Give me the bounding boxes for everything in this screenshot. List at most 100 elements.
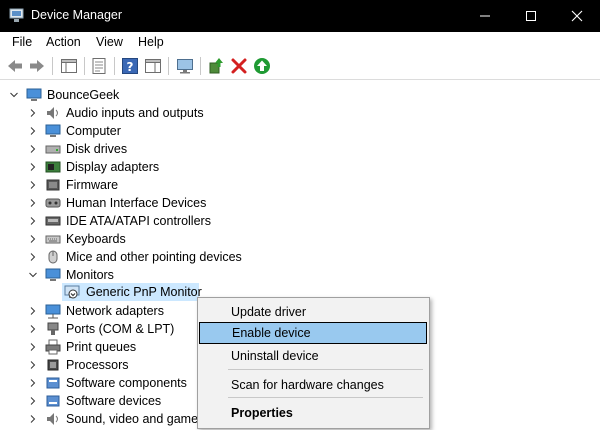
close-icon: [571, 10, 583, 22]
context-separator: [228, 369, 423, 370]
tree-item-disk-drives[interactable]: Disk drives: [0, 140, 600, 158]
minimize-icon: [480, 15, 490, 17]
tree-item-label: Ports (COM & LPT): [66, 322, 175, 336]
back-arrow-icon[interactable]: [6, 57, 24, 75]
tree-item-keyboards[interactable]: Keyboards: [0, 230, 600, 248]
tree-item-firmware[interactable]: Firmware: [0, 176, 600, 194]
show-hide-console-tree-icon[interactable]: [60, 57, 78, 75]
tree-item-ide-ata[interactable]: IDE ATA/ATAPI controllers: [0, 212, 600, 230]
forward-arrow-icon[interactable]: [28, 57, 46, 75]
tree-item-label: Generic PnP Monitor: [86, 285, 202, 299]
chevron-right-icon[interactable]: [29, 307, 37, 315]
chevron-right-icon[interactable]: [29, 397, 37, 405]
tree-item-label: Network adapters: [66, 304, 164, 318]
toolbar-separator: [84, 57, 85, 75]
tree-item-label: Audio inputs and outputs: [66, 106, 204, 120]
context-scan-hardware[interactable]: Scan for hardware changes: [198, 374, 429, 396]
menu-bar: File Action View Help: [0, 32, 600, 52]
tree-item-computer[interactable]: Computer: [0, 122, 600, 140]
tree-item-label: Software components: [66, 376, 187, 390]
chevron-down-icon[interactable]: [10, 91, 18, 99]
tree-item-label: Disk drives: [66, 142, 128, 156]
menu-action[interactable]: Action: [46, 35, 81, 49]
software-device-icon: [46, 395, 60, 407]
port-icon: [47, 322, 59, 335]
chevron-down-icon[interactable]: [29, 271, 37, 279]
title-bar: Device Manager: [0, 0, 600, 32]
software-component-icon: [46, 377, 60, 389]
context-menu: Update driver Enable device Uninstall de…: [197, 297, 430, 429]
uninstall-device-icon[interactable]: [230, 57, 248, 75]
context-separator: [228, 397, 423, 398]
maximize-icon: [526, 11, 536, 21]
disk-drive-icon: [45, 145, 61, 154]
context-item-label: Enable device: [232, 326, 311, 340]
computer-icon: [45, 124, 61, 137]
menu-file[interactable]: File: [12, 35, 32, 49]
sound-icon: [47, 413, 58, 425]
toolbar-separator: [52, 57, 53, 75]
update-driver-icon[interactable]: [207, 57, 225, 75]
tree-item-label: Software devices: [66, 394, 162, 408]
context-enable-device[interactable]: Enable device: [199, 322, 427, 344]
tree-item-display-adapters[interactable]: Display adapters: [0, 158, 600, 176]
chevron-right-icon[interactable]: [29, 253, 37, 261]
context-item-label: Uninstall device: [231, 349, 319, 363]
chevron-right-icon[interactable]: [29, 181, 37, 189]
close-button[interactable]: [554, 0, 600, 32]
chevron-right-icon[interactable]: [29, 217, 37, 225]
processor-icon: [47, 359, 59, 371]
chevron-right-icon[interactable]: [29, 145, 37, 153]
tree-item-label: Computer: [66, 124, 121, 138]
tree-item-label: Print queues: [66, 340, 137, 354]
enable-device-icon[interactable]: [253, 57, 271, 75]
scan-hardware-monitor-icon[interactable]: [176, 57, 194, 75]
chevron-right-icon[interactable]: [29, 361, 37, 369]
chevron-right-icon[interactable]: [29, 199, 37, 207]
toolbar-separator: [114, 57, 115, 75]
monitor-icon: [45, 268, 61, 281]
chevron-right-icon[interactable]: [29, 343, 37, 351]
action-pane-icon[interactable]: [144, 57, 162, 75]
maximize-button[interactable]: [508, 0, 554, 32]
firmware-chip-icon: [46, 179, 60, 191]
tree-item-audio[interactable]: Audio inputs and outputs: [0, 104, 600, 122]
chevron-right-icon[interactable]: [29, 127, 37, 135]
chevron-right-icon[interactable]: [29, 163, 37, 171]
chevron-right-icon[interactable]: [29, 415, 37, 423]
tree-root[interactable]: BounceGeek: [0, 86, 600, 104]
tree-root-label: BounceGeek: [47, 88, 120, 102]
tree-item-label: Firmware: [66, 178, 119, 192]
toolbar-separator: [200, 57, 201, 75]
context-properties[interactable]: Properties: [198, 402, 429, 424]
tree-item-hid[interactable]: Human Interface Devices: [0, 194, 600, 212]
tree-item-label: Keyboards: [66, 232, 126, 246]
tree-item-mice[interactable]: Mice and other pointing devices: [0, 248, 600, 266]
tree-item-label: Display adapters: [66, 160, 160, 174]
disabled-monitor-icon: [64, 285, 80, 299]
help-icon[interactable]: ?: [121, 57, 139, 75]
hid-icon: [45, 198, 61, 208]
tree-item-label: Mice and other pointing devices: [66, 250, 242, 264]
chevron-right-icon[interactable]: [29, 235, 37, 243]
mouse-icon: [48, 250, 58, 264]
context-item-label: Scan for hardware changes: [231, 378, 384, 392]
svg-text:?: ?: [127, 60, 134, 74]
tree-item-label: Sound, video and game c: [66, 412, 208, 426]
menu-view[interactable]: View: [96, 35, 123, 49]
computer-icon: [26, 88, 42, 101]
printer-icon: [45, 339, 61, 355]
minimize-button[interactable]: [462, 0, 508, 32]
chevron-right-icon[interactable]: [29, 379, 37, 387]
menu-help[interactable]: Help: [138, 35, 164, 49]
toolbar: ?: [0, 52, 600, 80]
context-update-driver[interactable]: Update driver: [198, 301, 429, 323]
tree-item-label: Processors: [66, 358, 129, 372]
tree-item-monitors[interactable]: Monitors: [0, 266, 600, 284]
context-uninstall-device[interactable]: Uninstall device: [198, 345, 429, 367]
chevron-right-icon[interactable]: [29, 325, 37, 333]
window-title: Device Manager: [31, 8, 123, 22]
properties-sheet-icon[interactable]: [90, 57, 108, 75]
display-adapter-icon: [45, 161, 61, 173]
chevron-right-icon[interactable]: [29, 109, 37, 117]
